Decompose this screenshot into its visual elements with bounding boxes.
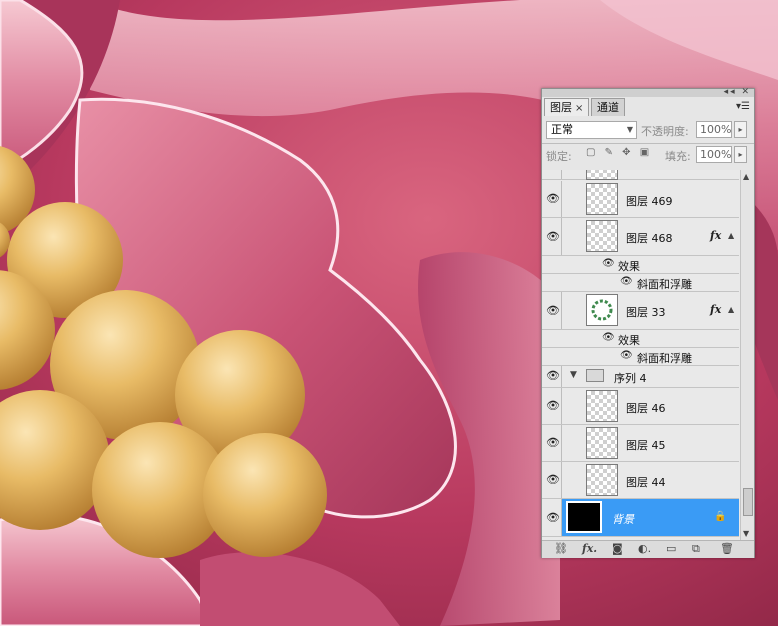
tab-channels[interactable]: 通道 <box>591 98 625 116</box>
visibility-toggle[interactable]: 👁 <box>542 462 562 498</box>
group-row[interactable]: 👁 ▼ 序列 4 <box>542 366 739 388</box>
visibility-toggle[interactable]: 👁 <box>542 366 562 387</box>
layer-row[interactable]: 👁 图层 46 <box>542 388 739 425</box>
lock-label: 锁定: <box>546 150 572 163</box>
scroll-up-icon[interactable]: ▲ <box>743 172 749 181</box>
tab-close-icon[interactable]: × <box>575 103 583 114</box>
fill-input[interactable]: 100% <box>696 146 732 163</box>
chevron-down-icon: ▼ <box>626 125 633 134</box>
visibility-toggle[interactable] <box>542 170 562 179</box>
wreath-thumbnail-icon <box>591 299 613 321</box>
fill-label: 填充: <box>665 150 691 163</box>
eye-icon: 👁 <box>546 303 560 317</box>
tab-layers[interactable]: 图层 × <box>544 98 590 116</box>
lock-options-icons[interactable]: ▢ ✎ ✥ ▣ <box>586 147 652 158</box>
visibility-toggle[interactable]: 👁 <box>542 181 562 217</box>
eye-icon: 👁 <box>546 510 560 524</box>
divider <box>542 143 754 144</box>
layer-row[interactable]: 👁 图层 468 fx ▲ <box>542 218 739 256</box>
layer-name: 图层 33 <box>626 306 666 319</box>
layer-thumbnail <box>586 464 618 496</box>
scrollbar-thumb[interactable] <box>743 488 753 516</box>
panel-footer: ⛓ fx. ◙ ◐. ▭ ⧉ 🗑 <box>542 540 754 558</box>
layer-row[interactable]: 👁 图层 469 <box>542 181 739 218</box>
effects-label: 效果 <box>618 260 640 273</box>
layer-list: 👁 图层 469 👁 图层 468 fx ▲ 👁 效果 👁 斜面和浮雕 👁 图层 <box>542 170 754 540</box>
panel-titlebar[interactable]: ◂◂ ✕ <box>542 87 754 97</box>
effects-group-row[interactable]: 👁 效果 <box>542 256 739 274</box>
layer-row-background-selected[interactable]: 👁 背景 🔒 <box>542 499 739 537</box>
new-layer-icon[interactable]: ⧉ <box>692 542 700 556</box>
layer-name: 图层 46 <box>626 402 666 415</box>
layer-name: 背景 <box>612 513 634 526</box>
layer-thumbnail-wreath <box>586 294 618 326</box>
fx-icon[interactable]: fx <box>710 303 721 316</box>
blend-row: 正常 ▼ 不透明度: 100% ▸ <box>546 121 750 141</box>
effects-label: 效果 <box>618 334 640 347</box>
layer-row[interactable]: 👁 图层 45 <box>542 425 739 462</box>
layer-name: 图层 469 <box>626 195 673 208</box>
panel-menu-icon[interactable]: ▾☰ <box>736 101 750 112</box>
eye-icon[interactable]: 👁 <box>620 350 633 361</box>
lock-icon: 🔒 <box>714 511 727 522</box>
eye-icon: 👁 <box>546 399 560 412</box>
fill-slider-arrow-icon[interactable]: ▸ <box>734 146 747 163</box>
link-icon[interactable]: ⛓ <box>554 542 568 555</box>
eye-icon: 👁 <box>546 473 560 486</box>
layer-thumbnail <box>586 390 618 422</box>
tab-layers-label: 图层 <box>550 101 572 114</box>
eye-icon: 👁 <box>546 192 560 205</box>
layer-name: 图层 468 <box>626 232 673 245</box>
layer-row[interactable]: 👁 图层 33 fx ▲ <box>542 292 739 330</box>
effect-row-bevel[interactable]: 👁 斜面和浮雕 <box>542 348 739 366</box>
folder-icon[interactable]: ▭ <box>666 542 676 555</box>
tab-channels-label: 通道 <box>597 101 619 114</box>
mask-icon[interactable]: ◙ <box>612 542 623 555</box>
visibility-toggle[interactable]: 👁 <box>542 425 562 461</box>
fx-icon[interactable]: fx. <box>582 542 597 555</box>
expand-triangle-icon[interactable]: ▼ <box>570 370 577 380</box>
layer-list-scrollbar[interactable]: ▲ ▼ <box>740 170 754 540</box>
layers-panel: ◂◂ ✕ 图层 × 通道 ▾☰ 正常 ▼ 不透明度: 100% ▸ 锁定: ▢ ✎… <box>541 87 755 558</box>
layer-thumbnail <box>586 170 618 180</box>
expand-effects-icon[interactable]: ▲ <box>728 231 734 240</box>
visibility-toggle[interactable]: 👁 <box>542 388 562 424</box>
folder-icon <box>586 369 604 382</box>
layer-thumbnail <box>586 427 618 459</box>
layer-name: 图层 45 <box>626 439 666 452</box>
layer-name: 图层 44 <box>626 476 666 489</box>
eye-icon[interactable]: 👁 <box>620 276 633 287</box>
layer-thumbnail-black <box>566 501 602 533</box>
layer-row-partial[interactable] <box>542 170 739 180</box>
opacity-slider-arrow-icon[interactable]: ▸ <box>734 121 747 138</box>
panel-tabs: 图层 × 通道 <box>544 98 752 116</box>
effects-group-row[interactable]: 👁 效果 <box>542 330 739 348</box>
collapse-close-icons[interactable]: ◂◂ ✕ <box>724 87 751 97</box>
scroll-down-icon[interactable]: ▼ <box>743 529 749 538</box>
eye-icon[interactable]: 👁 <box>602 258 615 269</box>
adjustment-icon[interactable]: ◐. <box>638 542 651 555</box>
trash-icon[interactable]: 🗑 <box>720 542 734 555</box>
opacity-input[interactable]: 100% <box>696 121 732 138</box>
visibility-toggle[interactable]: 👁 <box>542 499 562 536</box>
visibility-toggle[interactable]: 👁 <box>542 218 562 255</box>
visibility-toggle[interactable]: 👁 <box>542 292 562 329</box>
group-name: 序列 4 <box>614 372 647 385</box>
lock-row: 锁定: ▢ ✎ ✥ ▣ 填充: 100% ▸ <box>546 146 750 166</box>
eye-icon: 👁 <box>546 368 560 382</box>
layer-thumbnail <box>586 220 618 252</box>
layer-row[interactable]: 👁 图层 44 <box>542 462 739 499</box>
effect-name: 斜面和浮雕 <box>637 352 692 365</box>
layer-thumbnail <box>586 183 618 215</box>
eye-icon[interactable]: 👁 <box>602 332 615 343</box>
eye-icon: 👁 <box>546 436 560 449</box>
fx-icon[interactable]: fx <box>710 229 721 242</box>
effect-row-bevel[interactable]: 👁 斜面和浮雕 <box>542 274 739 292</box>
opacity-label: 不透明度: <box>641 125 689 138</box>
blend-mode-select[interactable]: 正常 ▼ <box>546 121 637 139</box>
expand-effects-icon[interactable]: ▲ <box>728 305 734 314</box>
effect-name: 斜面和浮雕 <box>637 278 692 291</box>
blend-mode-value: 正常 <box>551 123 573 136</box>
eye-icon: 👁 <box>546 229 560 243</box>
